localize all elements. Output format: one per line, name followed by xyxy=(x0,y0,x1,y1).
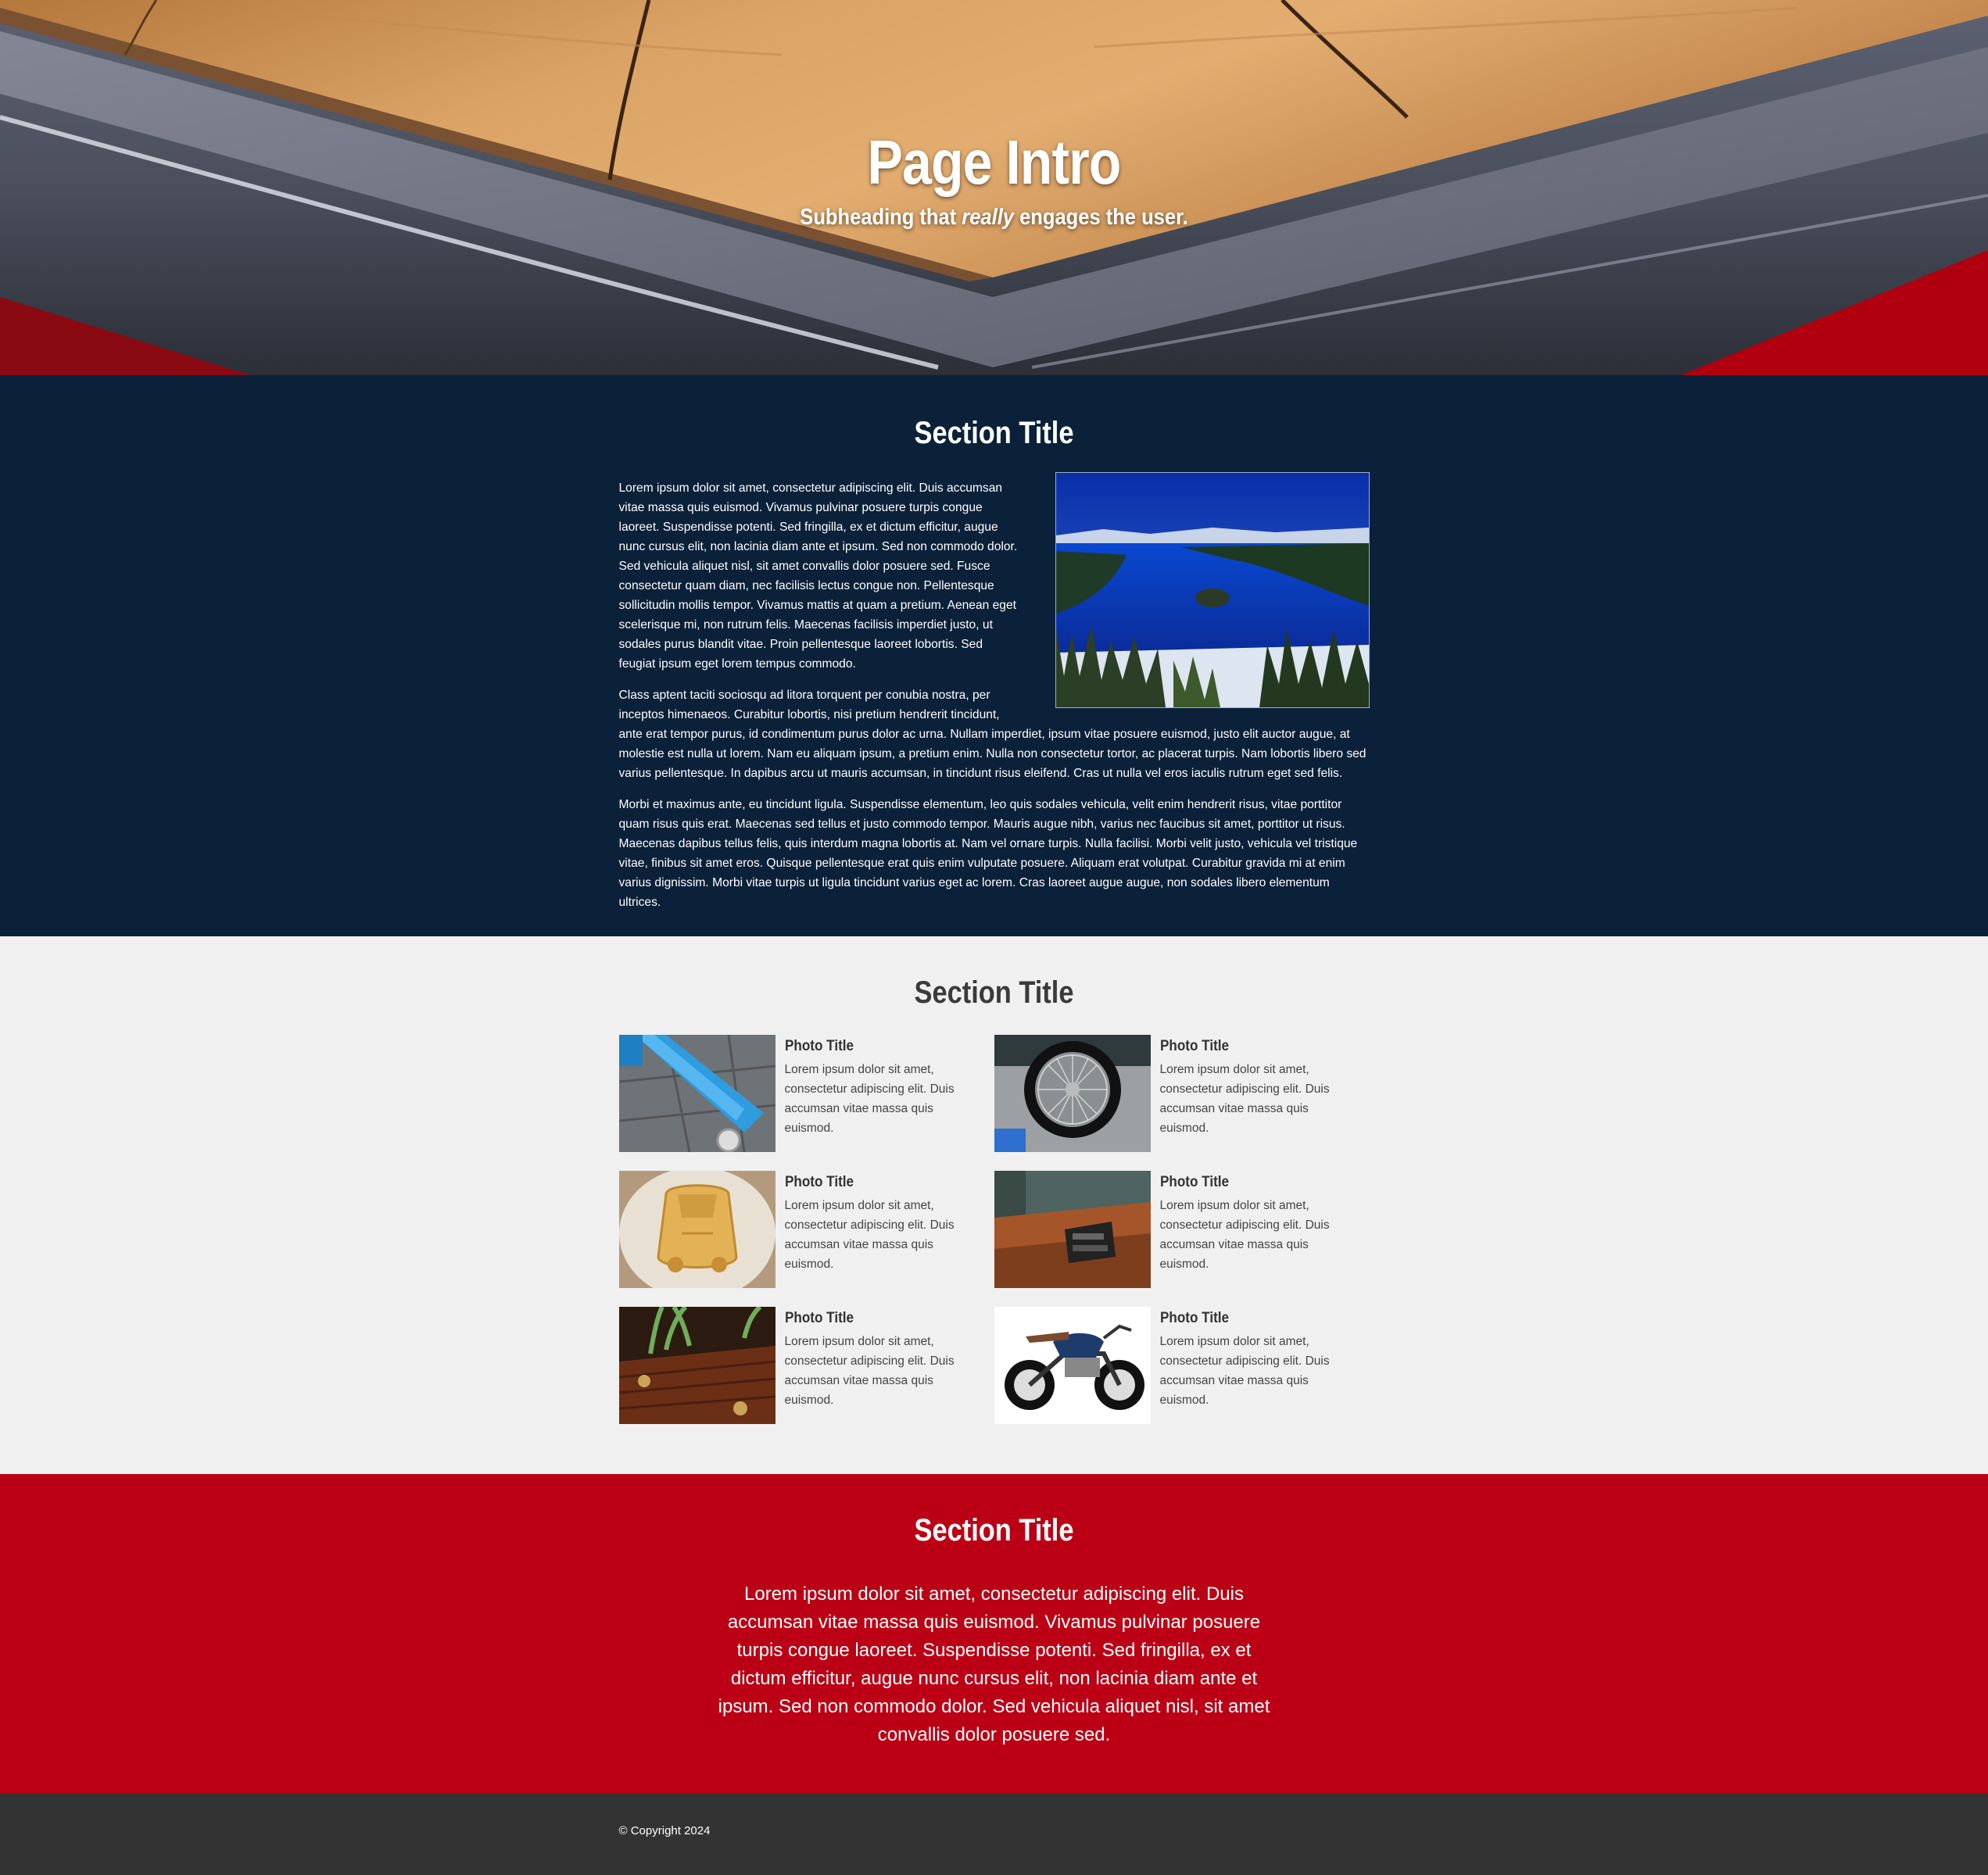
photo-thumbnail[interactable] xyxy=(618,1171,775,1288)
photo-card[interactable]: Photo Title Lorem ipsum dolor sit amet, … xyxy=(994,1307,1370,1424)
section-title: Section Title xyxy=(914,1513,1074,1548)
page-title: Page Intro xyxy=(867,127,1121,197)
photo-title: Photo Title xyxy=(1159,1310,1229,1326)
photo-card[interactable]: Photo Title Lorem ipsum dolor sit amet, … xyxy=(618,1035,994,1152)
callout-text: Lorem ipsum dolor sit amet, consectetur … xyxy=(718,1583,1270,1745)
photo-thumbnail[interactable] xyxy=(994,1035,1151,1152)
section-title: Section Title xyxy=(914,416,1074,450)
photo-title: Photo Title xyxy=(1159,1038,1229,1054)
subtitle-text-end: engages the user. xyxy=(1014,205,1188,230)
photo-description: Lorem ipsum dolor sit amet, consectetur … xyxy=(1159,1199,1330,1271)
copyright-text: © Copyright 2024 xyxy=(618,1824,711,1837)
photo-card[interactable]: Photo Title Lorem ipsum dolor sit amet, … xyxy=(994,1171,1370,1288)
photo-card[interactable]: Photo Title Lorem ipsum dolor sit amet, … xyxy=(618,1171,994,1288)
section-photo-grid: Section Title Photo Title Lorem ipsum do… xyxy=(0,936,1988,1474)
photo-card[interactable]: Photo Title Lorem ipsum dolor sit amet, … xyxy=(618,1307,994,1424)
photo-description: Lorem ipsum dolor sit amet, consectetur … xyxy=(784,1199,955,1271)
photo-grid: Photo Title Lorem ipsum dolor sit amet, … xyxy=(618,1035,1370,1424)
photo-description: Lorem ipsum dolor sit amet, consectetur … xyxy=(1159,1335,1330,1407)
cart-photo xyxy=(618,1035,775,1152)
photo-title: Photo Title xyxy=(784,1310,854,1326)
page-subtitle: Subheading that really engages the user. xyxy=(120,205,1869,231)
photo-card[interactable]: Photo Title Lorem ipsum dolor sit amet, … xyxy=(994,1035,1370,1152)
motorcycle-photo xyxy=(994,1307,1151,1424)
hero-banner: Page Intro Subheading that really engage… xyxy=(0,0,1988,375)
photo-title: Photo Title xyxy=(1159,1174,1229,1190)
section-intro-text: Section Title Lorem ipsum dolor sit amet… xyxy=(0,375,1988,936)
photo-description: Lorem ipsum dolor sit amet, consectetur … xyxy=(1159,1063,1330,1135)
body-paragraph: Morbi et maximus ante, eu tincidunt ligu… xyxy=(618,798,1358,909)
photo-thumbnail[interactable] xyxy=(618,1307,775,1424)
desk-outlet-photo xyxy=(994,1171,1151,1288)
photo-title: Photo Title xyxy=(784,1174,854,1190)
section-callout: Section Title Lorem ipsum dolor sit amet… xyxy=(0,1474,1988,1793)
photo-description: Lorem ipsum dolor sit amet, consectetur … xyxy=(784,1063,955,1135)
photo-thumbnail[interactable] xyxy=(618,1035,775,1152)
photo-title: Photo Title xyxy=(784,1038,854,1054)
photo-thumbnail[interactable] xyxy=(994,1171,1151,1288)
wheel-photo xyxy=(994,1035,1151,1152)
subtitle-emphasis: really xyxy=(962,205,1015,230)
section-title: Section Title xyxy=(914,975,1074,1010)
lake-image xyxy=(1055,473,1369,707)
photo-description: Lorem ipsum dolor sit amet, consectetur … xyxy=(784,1335,955,1407)
page-footer: © Copyright 2024 xyxy=(0,1793,1988,1875)
planter-photo xyxy=(618,1307,775,1424)
cookie-photo xyxy=(618,1171,775,1288)
subtitle-text: Subheading that xyxy=(800,205,962,230)
lake-photo xyxy=(1055,472,1370,708)
photo-thumbnail[interactable] xyxy=(994,1307,1151,1424)
